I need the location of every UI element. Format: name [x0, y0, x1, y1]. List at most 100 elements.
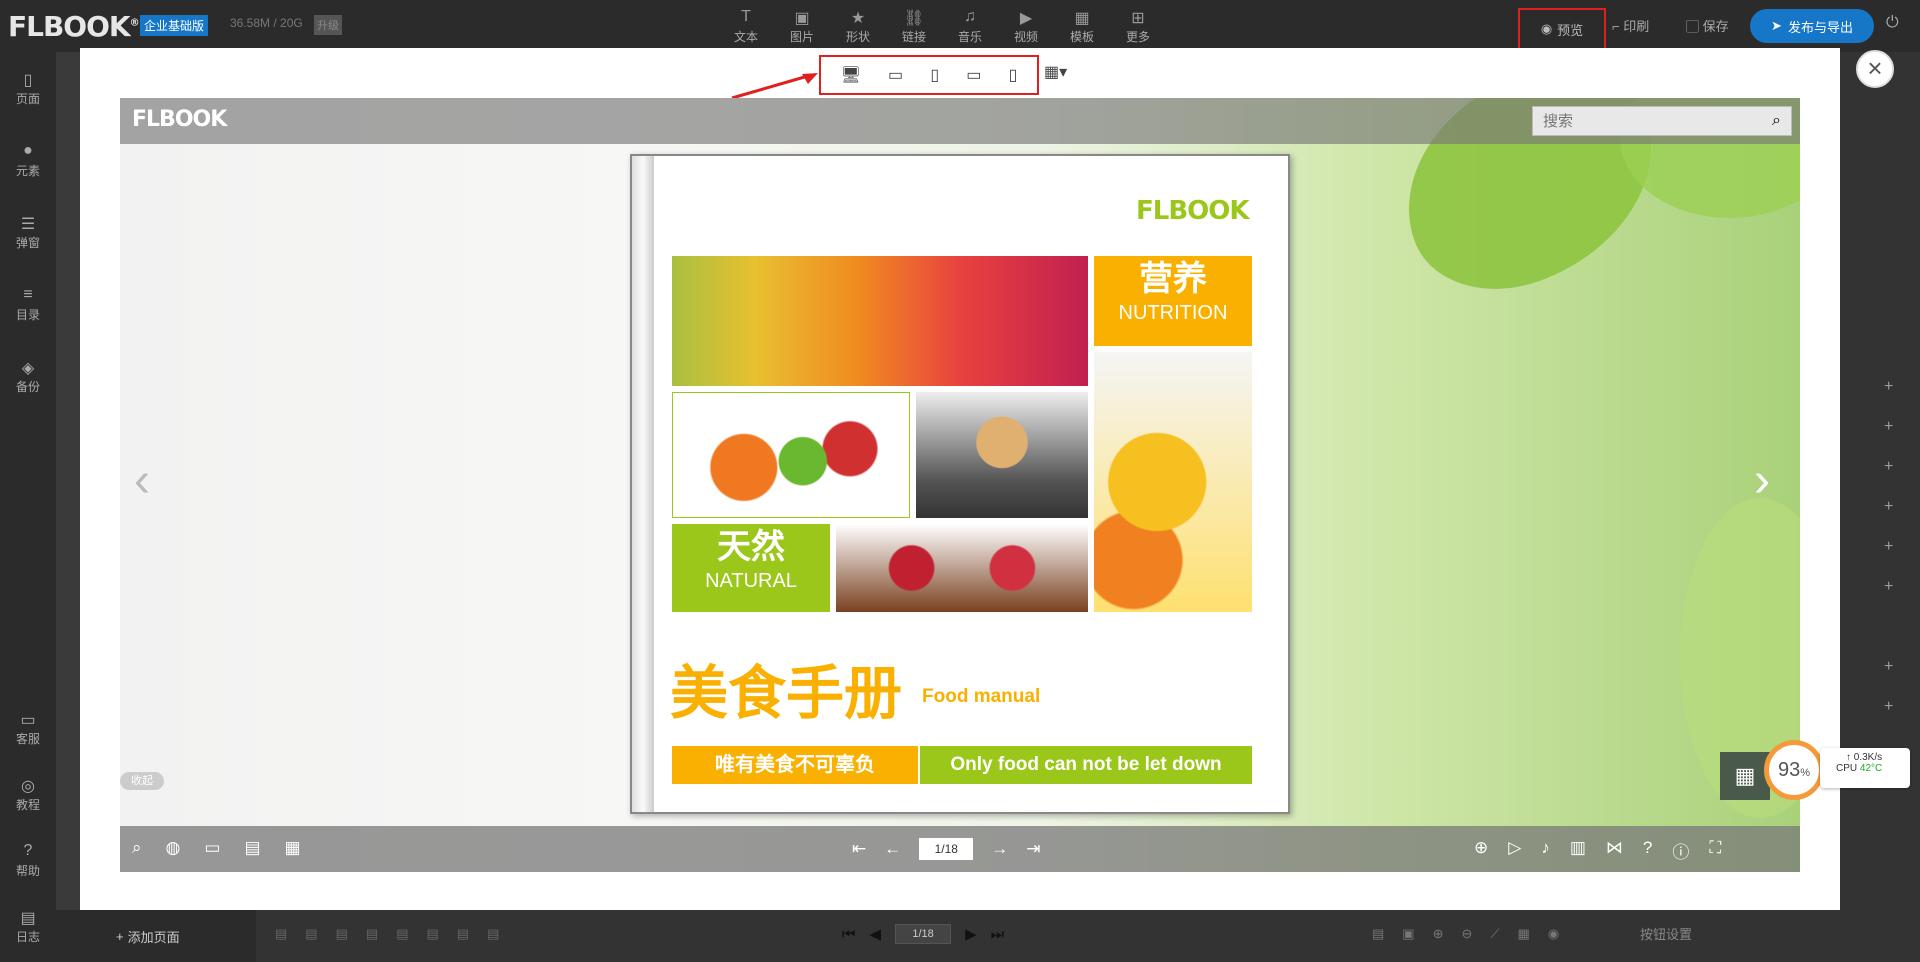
viewer-logo: FLBOOK — [132, 107, 227, 132]
tablet-landscape-icon[interactable]: ▭ — [888, 65, 903, 85]
plus-icon[interactable]: + — [1884, 498, 1893, 516]
image-tool[interactable]: ▣ 图片 — [774, 8, 830, 45]
text-tool[interactable]: T 文本 — [718, 8, 774, 45]
plus-icon[interactable]: + — [1884, 418, 1893, 436]
ruler-icon[interactable]: ⟋ — [1490, 926, 1499, 942]
page-icon[interactable]: ▤ — [1372, 926, 1384, 942]
qrcode-icon[interactable]: ▦ — [1720, 752, 1770, 800]
viewer-page-indicator[interactable]: 1/18 — [919, 838, 974, 860]
add-page-button[interactable]: + 添加页面 — [56, 910, 256, 962]
next-page-icon[interactable]: → — [991, 839, 1008, 859]
search-icon[interactable]: ⌕ — [132, 838, 142, 858]
sidebar-item-toc[interactable]: ≡ 目录 — [0, 286, 56, 323]
last-page-icon[interactable]: ⇥ — [1026, 839, 1040, 859]
save-icon: ▢ — [1686, 19, 1703, 34]
editor-page-indicator[interactable]: 1/18 — [895, 924, 952, 944]
elements-icon: ● — [23, 142, 33, 159]
juice-photo — [672, 256, 1088, 386]
sidebar-item-log[interactable]: ▤ 日志 — [0, 908, 56, 945]
align-icon[interactable]: ▤ — [275, 926, 287, 942]
insert-toolbar: T 文本 ▣ 图片 ★ 形状 ⛓ 链接 ♫ 音乐 ▶ 视频 ▦ 模板 ⊞ 更多 — [718, 8, 1166, 45]
share-icon[interactable]: ⋈ — [1606, 838, 1623, 863]
cpu-temp: CPU 42°C — [1836, 763, 1883, 774]
zoom-out-icon[interactable]: ⊖ — [1462, 926, 1473, 942]
sidebar-item-help[interactable]: ? 帮助 — [0, 842, 56, 879]
comment-icon[interactable]: ▭ — [204, 838, 220, 858]
settings-icon[interactable]: ◉ — [1548, 926, 1559, 942]
prev-page-icon[interactable]: ← — [884, 839, 901, 859]
print-button[interactable]: ⌐ 印刷 — [1612, 16, 1649, 35]
last-page-icon[interactable]: ⏭ — [991, 926, 1005, 943]
book-icon[interactable]: ▥ — [1570, 838, 1586, 863]
frame-icon[interactable]: ▣ — [1402, 926, 1414, 942]
plus-icon[interactable]: + — [1884, 458, 1893, 476]
zoom-in-icon[interactable]: ⊕ — [1474, 838, 1488, 863]
thumbnails-icon[interactable]: ▦ — [285, 838, 301, 858]
phone-portrait-icon[interactable]: ▯ — [1009, 65, 1018, 85]
plus-icon[interactable]: + — [1884, 378, 1893, 396]
paint-roller-icon: ⌐ — [1612, 19, 1624, 34]
help-icon[interactable]: ? — [1643, 838, 1652, 863]
shape-tool[interactable]: ★ 形状 — [830, 8, 886, 45]
preview-button[interactable]: ◉ 预览 — [1518, 8, 1606, 50]
zoom-in-icon[interactable]: ⊕ — [1433, 926, 1444, 942]
power-icon[interactable]: ⏻ — [1886, 14, 1899, 32]
tarts-photo — [916, 392, 1088, 518]
collapse-button[interactable]: 收起 — [120, 772, 164, 790]
first-page-icon[interactable]: ⇤ — [852, 839, 866, 859]
save-button[interactable]: ▢ 保存 — [1686, 16, 1729, 35]
search-icon[interactable]: ⌕ — [1772, 112, 1781, 130]
link-icon: ⛓ — [903, 10, 925, 27]
align-icon[interactable]: ▤ — [336, 926, 348, 942]
play-circle-icon: ◎ — [21, 778, 35, 795]
music-tool[interactable]: ♫ 音乐 — [942, 8, 998, 45]
align-icon[interactable]: ▤ — [366, 926, 378, 942]
plus-icon[interactable]: + — [1884, 538, 1893, 556]
align-icon[interactable]: ▤ — [426, 926, 438, 942]
desktop-icon[interactable]: 🖥 — [841, 65, 861, 85]
more-tool[interactable]: ⊞ 更多 — [1110, 8, 1166, 45]
search-input[interactable] — [1543, 112, 1743, 130]
fruit-photo — [672, 392, 910, 518]
plus-icon[interactable]: + — [1884, 698, 1893, 716]
next-page-arrow[interactable]: › — [1754, 453, 1770, 508]
plus-icon[interactable]: + — [1884, 658, 1893, 676]
close-icon[interactable]: × — [1856, 50, 1894, 88]
sound-icon[interactable]: ♪ — [1541, 838, 1550, 863]
viewer-search-box[interactable]: ⌕ — [1532, 106, 1792, 136]
align-icon[interactable]: ▤ — [305, 926, 317, 942]
align-icon[interactable]: ▤ — [396, 926, 408, 942]
toc-icon[interactable]: ▤ — [244, 838, 260, 858]
prev-page-icon[interactable]: ◀ — [870, 925, 882, 943]
first-page-icon[interactable]: ⏮ — [842, 926, 856, 943]
grid-icon[interactable]: ▦ — [1518, 926, 1530, 942]
upgrade-button[interactable]: 升级 — [314, 15, 342, 35]
sidebar-item-elements[interactable]: ● 元素 — [0, 142, 56, 179]
publish-button[interactable]: ➤ 发布与导出 — [1750, 9, 1874, 43]
globe-icon[interactable]: ◍ — [166, 838, 181, 858]
align-icon[interactable]: ▤ — [487, 926, 499, 942]
qrcode-dropdown[interactable]: ▦▾ — [1044, 62, 1067, 82]
sidebar-item-backup[interactable]: ◈ 备份 — [0, 358, 56, 395]
sidebar-item-tutorial[interactable]: ◎ 教程 — [0, 776, 56, 813]
sidebar-item-support[interactable]: ▭ 客服 — [0, 710, 56, 747]
prev-page-arrow[interactable]: ‹ — [134, 453, 150, 508]
viewer-toolbar: ⌕ ◍ ▭ ▤ ▦ ⇤ ← 1/18 → ⇥ ⊕ ▷ ♪ ▥ ⋈ ? ⓘ ⛶ — [120, 826, 1800, 872]
sidebar-item-popups[interactable]: ☰ 弹窗 — [0, 214, 56, 251]
fullscreen-icon[interactable]: ⛶ — [1709, 838, 1721, 863]
slogan-zh: 唯有美食不可辜负 — [672, 746, 918, 784]
template-tool[interactable]: ▦ 模板 — [1054, 8, 1110, 45]
tablet-portrait-icon[interactable]: ▯ — [930, 65, 939, 85]
align-icon[interactable]: ▤ — [457, 926, 469, 942]
button-settings-label[interactable]: 按钮设置 — [1640, 924, 1692, 943]
autoplay-icon[interactable]: ▷ — [1508, 838, 1521, 863]
link-tool[interactable]: ⛓ 链接 — [886, 8, 942, 45]
plus-icon[interactable]: + — [1884, 578, 1893, 596]
phone-landscape-icon[interactable]: ▭ — [966, 65, 981, 85]
next-page-icon[interactable]: ▶ — [965, 925, 977, 943]
info-icon[interactable]: ⓘ — [1672, 838, 1689, 863]
video-tool[interactable]: ▶ 视频 — [998, 8, 1054, 45]
cpu-usage-ring[interactable]: 93% — [1764, 740, 1824, 800]
sidebar-item-pages[interactable]: ▯ 页面 — [0, 70, 56, 107]
nutrition-tile: 营养 NUTRITION — [1094, 256, 1252, 346]
